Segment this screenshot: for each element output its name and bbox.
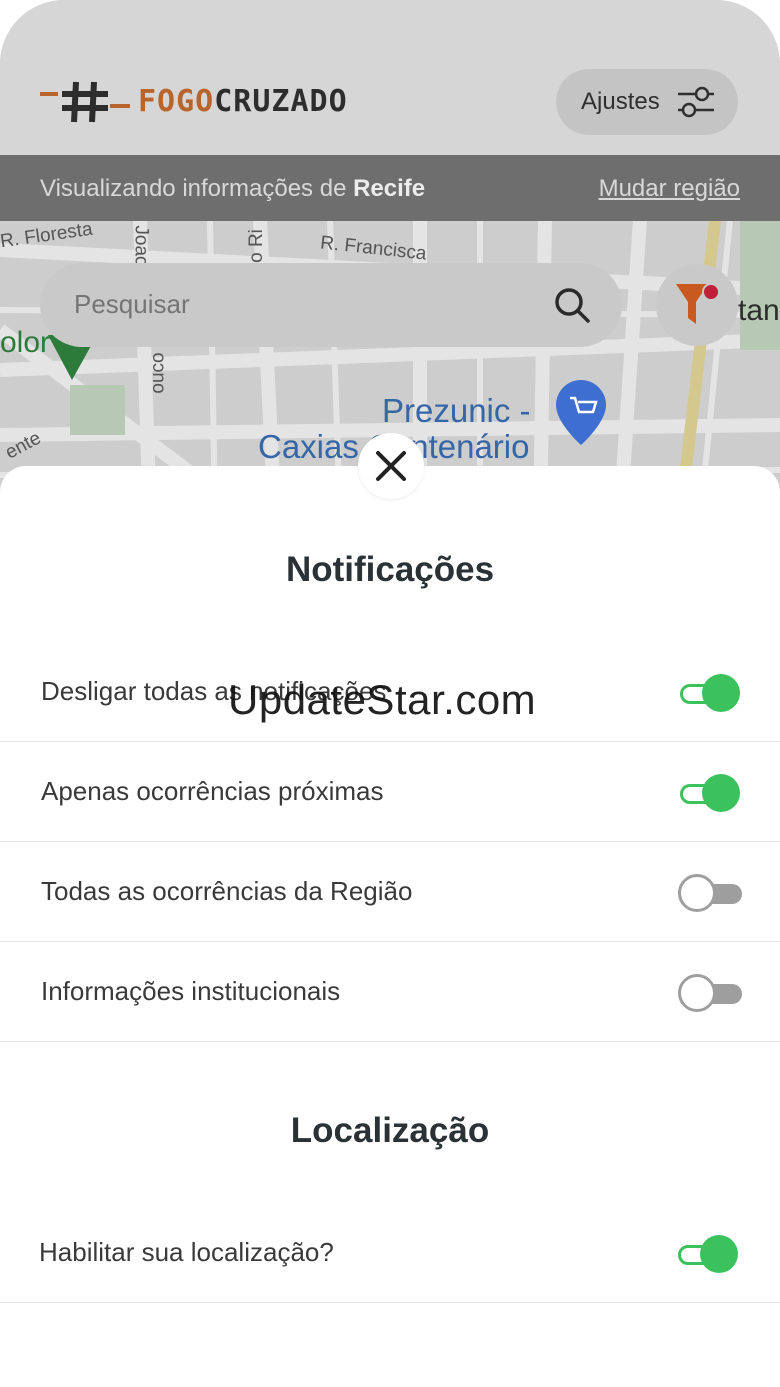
phone-screen: R. Floresta Joao R. Francisca o Ri ouco … — [0, 0, 780, 1387]
notification-toggle[interactable] — [678, 974, 742, 1012]
map-label-partial: tan — [738, 294, 780, 327]
search-input[interactable] — [74, 289, 514, 320]
notification-row[interactable]: Todas as ocorrências da Região — [0, 842, 780, 942]
notification-toggle[interactable] — [678, 874, 742, 912]
notification-label: Todas as ocorrências da Região — [41, 876, 413, 906]
app-header: FOGOCRUZADO Ajustes — [0, 0, 780, 155]
notifications-title: Notificações — [285, 550, 495, 589]
region-city: Recife — [353, 175, 426, 202]
region-bar: Visualizando informações de Recife Mudar… — [0, 155, 780, 221]
notification-row[interactable]: Apenas ocorrências próximas — [0, 742, 780, 842]
brand-logo: FOGOCRUZADO — [40, 76, 348, 126]
location-title: Localização — [290, 1111, 490, 1150]
close-button[interactable] — [358, 433, 424, 499]
map-place-name[interactable]: Prezunic - — [382, 392, 531, 430]
notification-toggle[interactable] — [678, 774, 740, 812]
filter-button[interactable] — [656, 264, 738, 346]
change-region-link[interactable]: Mudar região — [599, 175, 740, 203]
settings-button[interactable]: Ajustes — [556, 69, 738, 135]
close-icon — [376, 451, 406, 481]
brand-name: FOGOCRUZADO — [138, 83, 348, 119]
notification-label: Apenas ocorrências próximas — [41, 776, 384, 806]
search-bar[interactable] — [40, 263, 622, 347]
notification-toggle[interactable] — [678, 674, 740, 712]
filter-funnel-icon — [676, 283, 720, 324]
notification-label: Informações institucionais — [41, 976, 341, 1006]
location-label: Habilitar sua localização? — [39, 1237, 334, 1267]
sliders-icon — [678, 86, 714, 118]
location-toggle[interactable] — [676, 1235, 738, 1273]
search-icon[interactable] — [552, 285, 592, 325]
location-row[interactable]: Habilitar sua localização? — [0, 1203, 780, 1303]
settings-label: Ajustes — [581, 88, 660, 115]
map-label-partial: olor — [0, 326, 51, 359]
region-info: Visualizando informações de Recife — [40, 175, 426, 202]
street-label: ouco — [147, 352, 169, 394]
street-label: o Ri — [245, 229, 267, 263]
hashtag-logo-icon — [40, 76, 132, 126]
street-label: Joao — [130, 225, 152, 267]
watermark-text: UpdateStar.com — [228, 676, 537, 723]
notification-row[interactable]: Informações institucionais — [0, 942, 780, 1042]
